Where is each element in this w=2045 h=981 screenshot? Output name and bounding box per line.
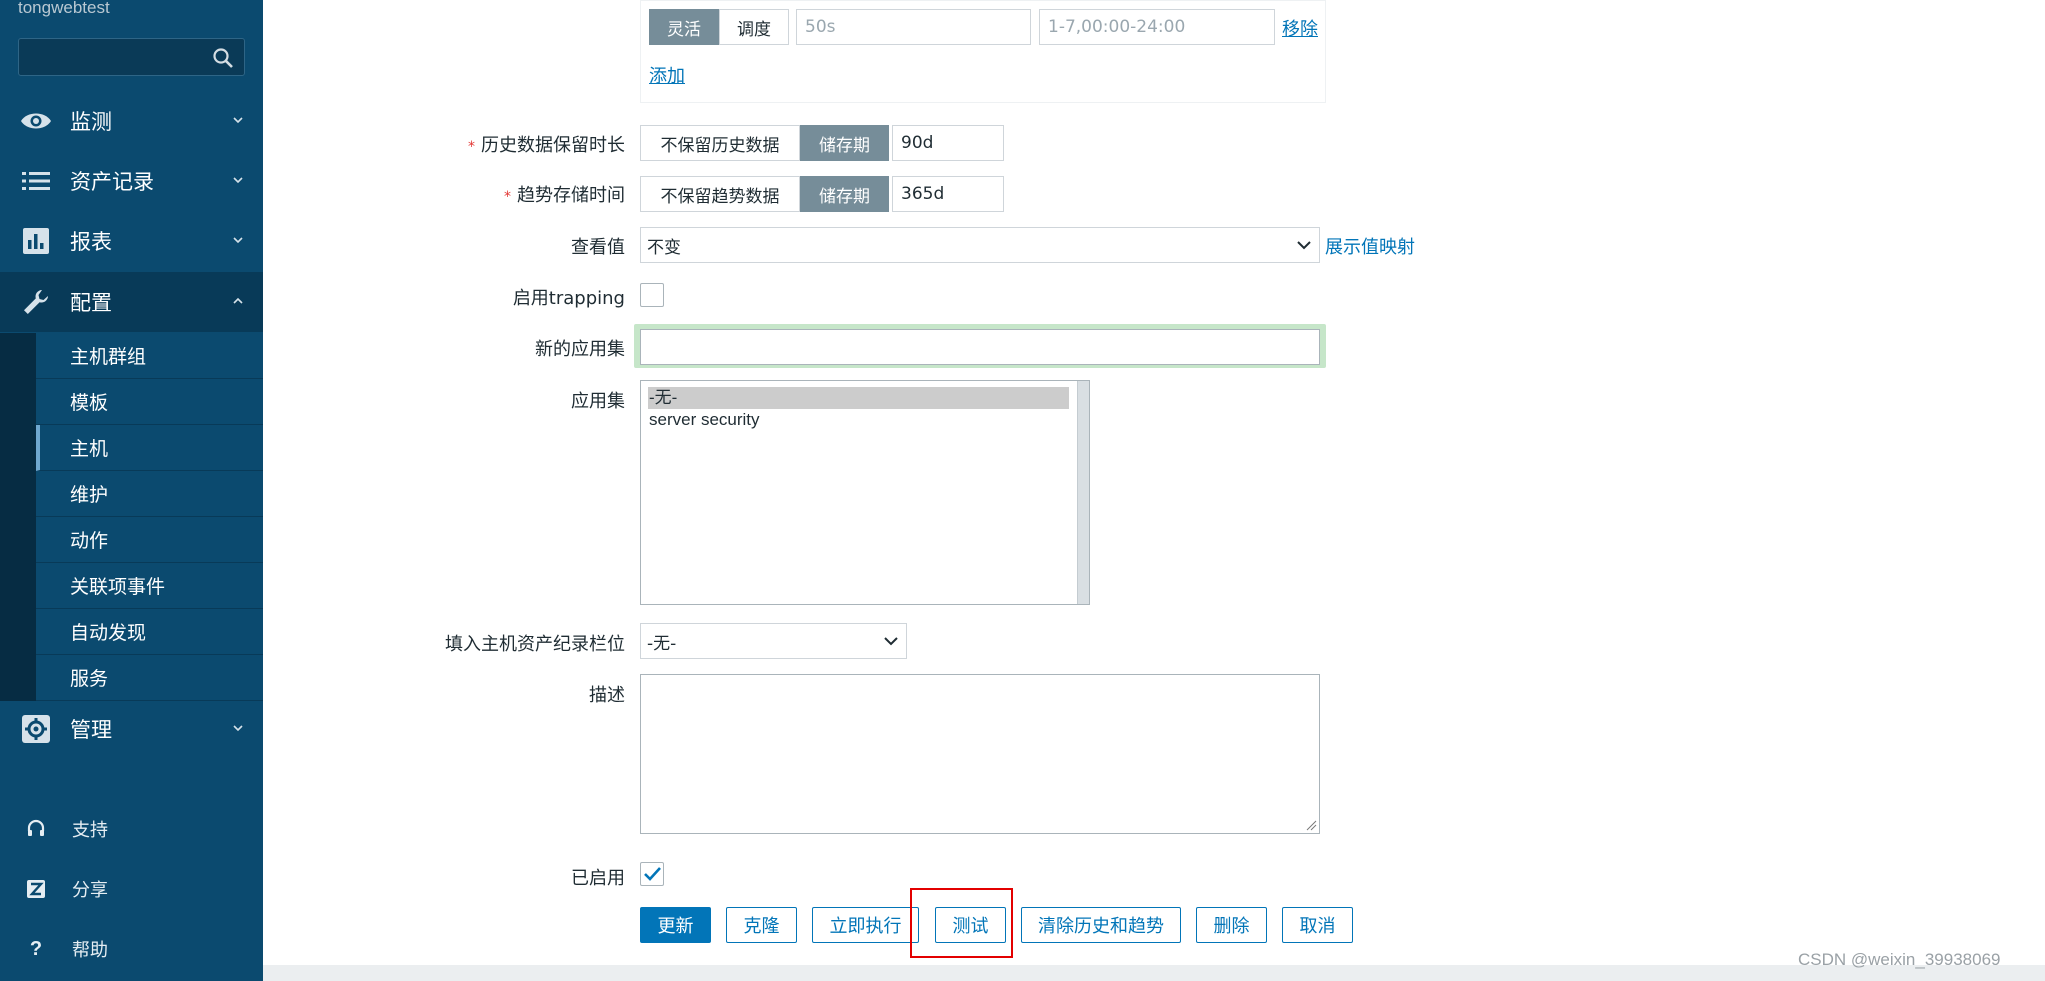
nav-inventory[interactable]: 资产记录 [0,151,263,211]
history-mode-toggle: 不保留历史数据 储存期 [640,125,889,161]
bar-chart-icon [18,223,54,259]
chevron-down-icon [884,637,898,646]
trends-mode-toggle: 不保留趋势数据 储存期 [640,176,889,212]
wrench-icon [18,284,54,320]
show-value-mappings-link[interactable]: 展示值映射 [1325,233,1415,259]
search-icon[interactable] [212,47,234,69]
required-marker: * [468,139,475,155]
description-textarea[interactable] [640,674,1320,834]
nav-label: 支持 [72,820,108,841]
submenu-actions[interactable]: 动作 [36,517,263,563]
gear-icon [18,711,54,747]
list-item[interactable]: -无- [648,387,1069,409]
search-input[interactable] [18,38,245,76]
history-period-input[interactable]: 90d [892,125,1004,161]
history-storage-option[interactable]: 储存期 [800,125,889,161]
submenu-services[interactable]: 服务 [36,655,263,701]
clear-history-button[interactable]: 清除历史和趋势 [1021,907,1181,943]
nav-label: 报表 [70,230,112,254]
nav-configuration[interactable]: 配置 [0,272,263,332]
new-application-input[interactable] [640,329,1320,365]
eye-icon [18,103,54,139]
nav-label: 配置 [70,291,112,315]
enabled-label: 已启用 [571,868,625,889]
trends-label: * 趋势存储时间 [504,185,625,206]
nav-label: 监测 [70,110,112,134]
page-footer-strip [263,965,2045,981]
nav-support[interactable]: 支持 [0,804,263,854]
nav-label: 分享 [72,880,108,901]
nav-share[interactable]: 分享 [0,864,263,914]
submenu-maintenance[interactable]: 维护 [36,471,263,517]
history-label: * 历史数据保留时长 [468,135,625,156]
valuemap-select[interactable]: 不变 [640,227,1320,263]
execute-now-button[interactable]: 立即执行 [812,907,919,943]
submenu-discovery[interactable]: 自动发现 [36,609,263,655]
remove-interval-link[interactable]: 移除 [1282,15,1318,41]
sidebar: tongwebtest 监测 资产记录 报表 配置 主机群组 模板 主机 维护 … [0,0,263,981]
chevron-up-icon [233,297,243,304]
nav-label: 资产记录 [70,170,154,194]
checkmark-icon [644,867,661,881]
update-button[interactable]: 更新 [640,907,711,943]
trends-storage-option[interactable]: 储存期 [800,176,889,212]
brand-name: tongwebtest [18,0,110,17]
submenu-templates[interactable]: 模板 [36,379,263,425]
chevron-down-icon [233,117,243,124]
nav-reports[interactable]: 报表 [0,211,263,271]
inventory-field-select[interactable]: -无- [640,623,907,659]
valuemap-label: 查看值 [571,237,625,258]
config-submenu: 主机群组 模板 主机 维护 动作 关联项事件 自动发现 服务 [0,333,263,701]
nav-help[interactable]: ? 帮助 [0,924,263,974]
inventory-selected: -无- [647,633,677,654]
chevron-down-icon [233,725,243,732]
cancel-button[interactable]: 取消 [1282,907,1353,943]
nav-label: 帮助 [72,940,108,961]
help-icon: ? [29,937,43,960]
interval-period-input[interactable]: 1-7,00:00-24:00 [1039,9,1275,45]
headset-icon [24,817,48,841]
applications-listbox[interactable]: -无- server security [640,380,1090,605]
red-highlight-box [910,888,1013,958]
chevron-down-icon [1297,241,1311,250]
interval-delay-input[interactable]: 50s [796,9,1031,45]
chevron-down-icon [233,237,243,244]
inventory-label: 填入主机资产纪录栏位 [445,634,625,655]
interval-type-toggle: 灵活 调度 [649,9,789,45]
interval-scheduling-option[interactable]: 调度 [719,9,789,45]
description-label: 描述 [589,685,625,706]
share-z-icon [24,877,48,901]
nav-label: 管理 [70,718,112,742]
new-app-label: 新的应用集 [535,339,625,360]
interval-flexible-option[interactable]: 灵活 [649,9,719,45]
applications-label: 应用集 [571,391,625,412]
history-no-keep-option[interactable]: 不保留历史数据 [640,125,800,161]
add-interval-link[interactable]: 添加 [649,62,685,88]
submenu-host-groups[interactable]: 主机群组 [36,333,263,379]
listbox-scrollbar[interactable] [1077,381,1089,604]
clone-button[interactable]: 克隆 [726,907,797,943]
required-marker: * [504,189,511,205]
valuemap-selected: 不变 [647,237,681,258]
list-icon [18,163,54,199]
submenu-correlation[interactable]: 关联项事件 [36,563,263,609]
list-item[interactable]: server security [641,409,1089,431]
chevron-down-icon [233,177,243,184]
trends-no-keep-option[interactable]: 不保留趋势数据 [640,176,800,212]
nav-administration[interactable]: 管理 [0,699,263,759]
trapping-label: 启用trapping [512,288,625,309]
trapping-checkbox[interactable] [640,283,664,307]
delete-button[interactable]: 删除 [1196,907,1267,943]
enabled-checkbox[interactable] [640,862,664,886]
resize-handle-icon[interactable] [1305,819,1317,831]
submenu-hosts[interactable]: 主机 [36,425,263,471]
nav-monitoring[interactable]: 监测 [0,91,263,151]
trends-period-input[interactable]: 365d [892,176,1004,212]
watermark: CSDN @weixin_39938069 [1798,950,2001,969]
